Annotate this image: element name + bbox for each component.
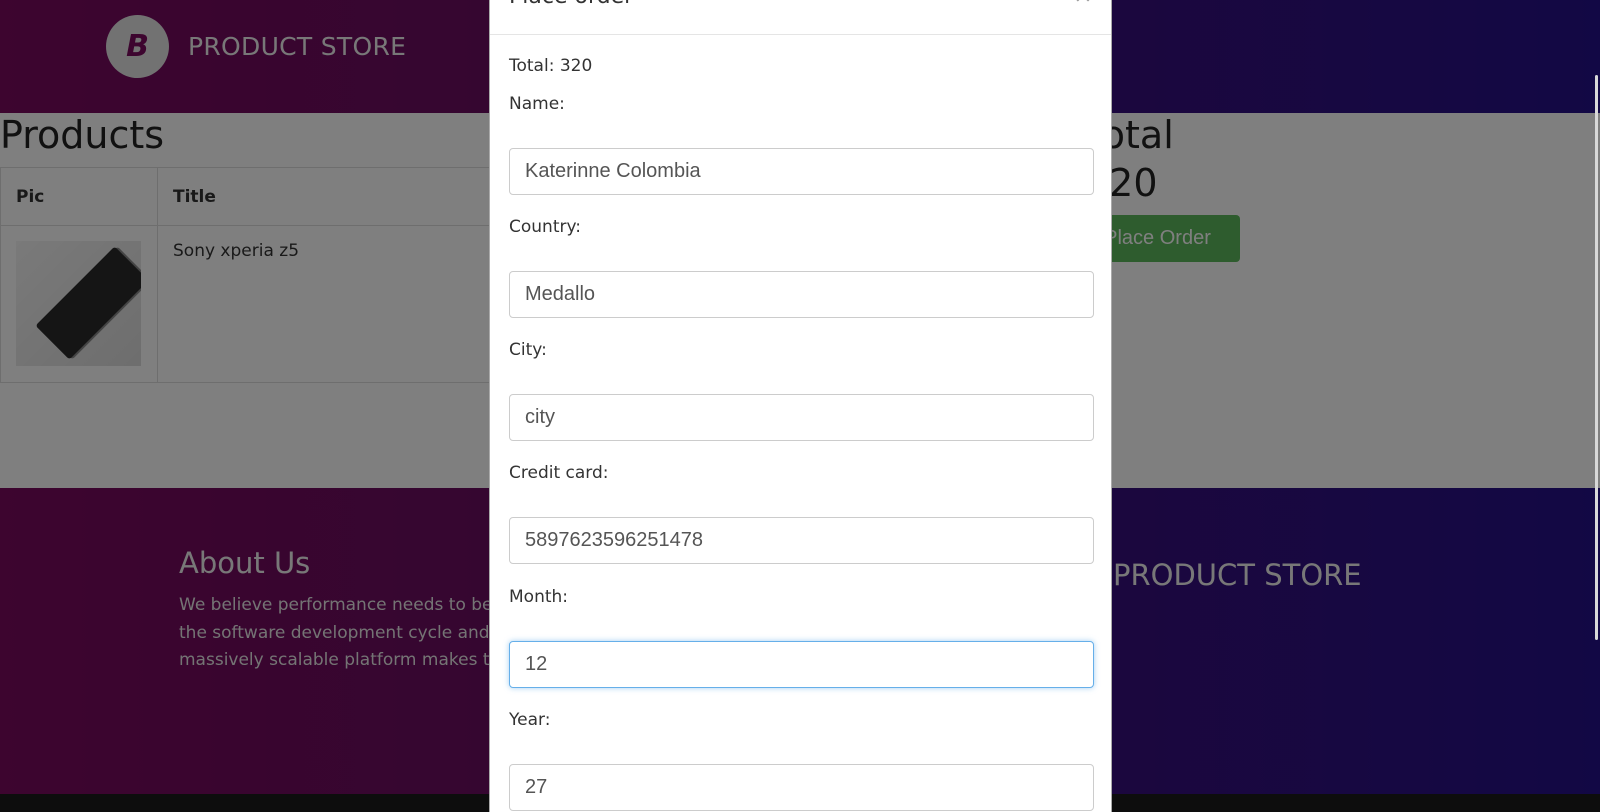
month-field[interactable]: 12 <box>509 641 1094 688</box>
year-label: Year: <box>509 710 551 730</box>
country-label: Country: <box>509 217 582 237</box>
year-field[interactable]: 27 <box>509 764 1094 811</box>
close-icon[interactable]: × <box>1073 0 1093 8</box>
modal-header: Place order × <box>490 0 1111 35</box>
credit-card-field[interactable]: 5897623596251478 <box>509 517 1094 564</box>
name-field[interactable]: Katerinne Colombia <box>509 148 1094 195</box>
name-label: Name: <box>509 94 565 114</box>
scrollbar[interactable] <box>1595 75 1598 640</box>
country-field[interactable]: Medallo <box>509 271 1094 318</box>
city-field[interactable]: city <box>509 394 1094 441</box>
place-order-modal: Place order × Total: 320 Name: Katerinne… <box>489 0 1112 812</box>
month-label: Month: <box>509 587 569 607</box>
modal-title: Place order <box>509 0 633 9</box>
order-total: Total: 320 <box>509 56 593 76</box>
city-label: City: <box>509 340 547 360</box>
credit-card-label: Credit card: <box>509 463 609 483</box>
